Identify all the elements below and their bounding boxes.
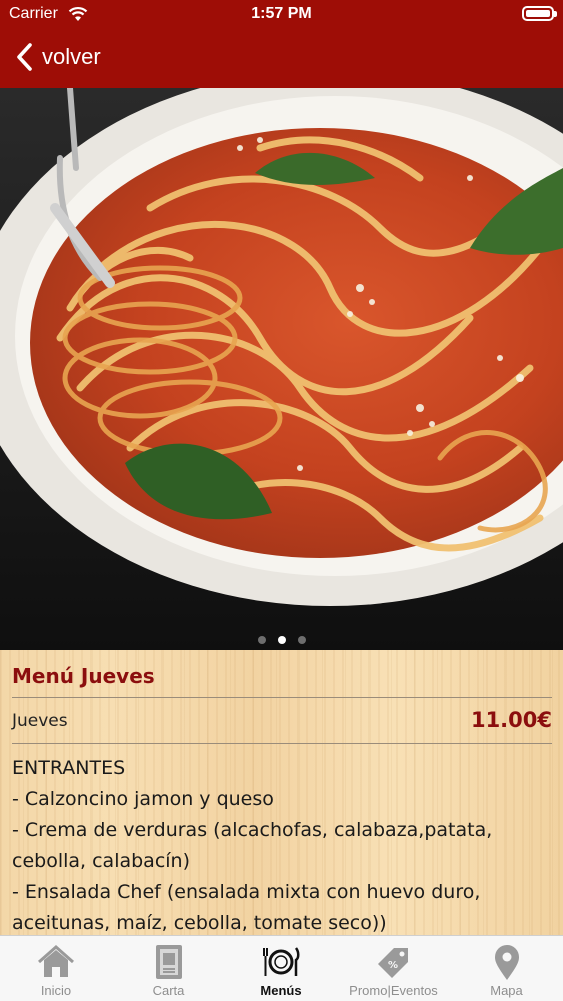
tab-carta[interactable]: Carta	[112, 936, 225, 1001]
back-label: volver	[42, 44, 101, 69]
clock: 1:57 PM	[251, 5, 312, 22]
menu-line: aceitunas, maíz, cebolla, tomate seco))	[12, 912, 387, 934]
tab-label: Menús	[260, 983, 302, 998]
menu-line: ENTRANTES	[12, 757, 126, 779]
battery-icon	[522, 6, 557, 21]
page-dot-active	[277, 636, 286, 644]
house-icon	[38, 944, 74, 977]
menu-line: cebolla, calabacín)	[12, 850, 190, 872]
divider	[12, 697, 552, 698]
price-tag-icon: %	[377, 948, 408, 978]
top-bar: Carrier 1:57 PM volver	[0, 0, 563, 88]
svg-text:%: %	[388, 960, 398, 971]
menu-details-panel[interactable]: Menú Jueves Jueves 11.00€ ENTRANTES - Ca…	[0, 650, 563, 935]
menu-description: ENTRANTES - Calzoncino jamon y queso - C…	[12, 753, 552, 935]
divider	[12, 743, 552, 744]
tab-promo-eventos[interactable]: % Promo|Eventos	[337, 936, 450, 1001]
menu-title: Menú Jueves	[12, 664, 155, 688]
spaghetti-photo	[0, 88, 563, 650]
chevron-left-icon	[17, 43, 32, 71]
map-pin-icon	[494, 945, 519, 980]
tab-label: Mapa	[490, 983, 523, 998]
page-dot	[257, 636, 266, 644]
tab-label: Inicio	[40, 983, 72, 998]
tab-mapa[interactable]: Mapa	[450, 936, 563, 1001]
back-button[interactable]: volver	[14, 40, 101, 74]
tab-menus[interactable]: Menús	[225, 936, 337, 1001]
gallery-page-indicator[interactable]	[0, 629, 563, 644]
tab-label: Promo|Eventos	[349, 983, 438, 998]
tab-inicio[interactable]: Inicio	[0, 936, 112, 1001]
menu-day: Jueves	[12, 711, 68, 731]
plate-cutlery-icon	[263, 947, 300, 976]
menu-price: 11.00€	[470, 708, 552, 732]
menu-card-icon	[155, 945, 182, 979]
page-dot	[297, 636, 306, 644]
menu-line: - Ensalada Chef (ensalada mixta con huev…	[12, 881, 481, 903]
tab-bar: Inicio Carta Menús % Promo|Eventos Mapa	[0, 935, 563, 1001]
menu-line: - Calzoncino jamon y queso	[12, 788, 274, 810]
menu-line: - Crema de verduras (alcachofas, calabaz…	[12, 819, 493, 841]
dish-photo-gallery[interactable]	[0, 88, 563, 650]
status-bar: Carrier 1:57 PM	[0, 0, 563, 30]
tab-label: Carta	[152, 983, 185, 998]
